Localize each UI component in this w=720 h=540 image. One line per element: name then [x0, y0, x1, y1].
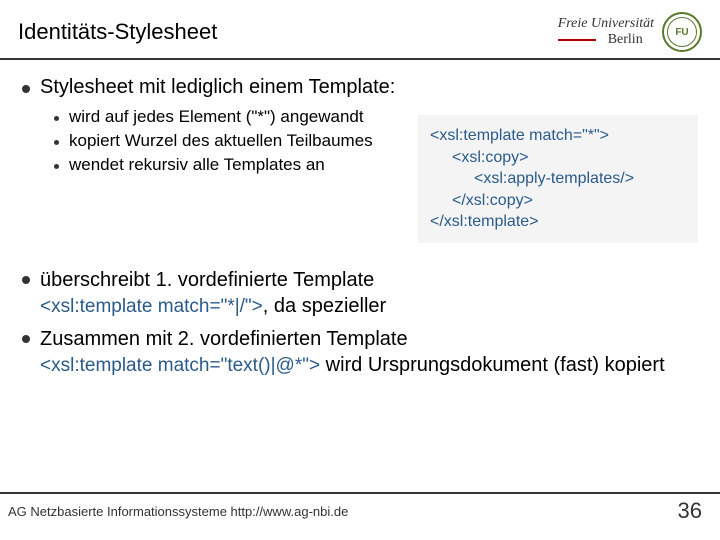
lower-tail: , da spezieller	[263, 295, 386, 317]
bullet-dot-icon	[54, 164, 59, 169]
footer-text: AG Netzbasierte Informationssysteme http…	[8, 504, 348, 519]
xsl-tag: <xsl:template match="text()|@*">	[40, 355, 320, 376]
code-line: </xsl:copy>	[430, 190, 686, 212]
code-snippet: <xsl:template match="*"> <xsl:copy> <xsl…	[418, 115, 698, 243]
bullet-combined: Zusammen mit 2. vordefinierten Template …	[22, 326, 698, 379]
list-item: kopiert Wurzel des aktuellen Teilbaumes	[54, 131, 404, 151]
lower-bullets: überschreibt 1. vordefinierte Template <…	[22, 267, 698, 378]
slide-body: Stylesheet mit lediglich einem Template:…	[0, 60, 720, 392]
slide-title: Identitäts-Stylesheet	[18, 19, 217, 45]
university-logo: Freie Universität Berlin FU	[558, 12, 702, 52]
bullet-dot-icon	[22, 276, 30, 284]
code-line: <xsl:apply-templates/>	[430, 168, 686, 190]
slide-header: Identitäts-Stylesheet Freie Universität …	[0, 0, 720, 60]
code-line: <xsl:template match="*">	[430, 127, 609, 144]
slide-footer: AG Netzbasierte Informationssysteme http…	[0, 492, 720, 524]
bullet-dot-icon	[22, 85, 30, 93]
code-line: <xsl:copy>	[430, 147, 686, 169]
bullet-intro: Stylesheet mit lediglich einem Template:	[22, 76, 698, 99]
university-name: Freie Universität Berlin	[558, 16, 654, 48]
xsl-tag: <xsl:template match="*|/">	[40, 296, 263, 317]
lower-tail: wird Ursprungsdokument (fast) kopiert	[320, 354, 665, 376]
university-seal-icon: FU	[662, 12, 702, 52]
code-line: </xsl:template>	[430, 213, 539, 230]
sub-bullet-list: wird auf jedes Element ("*") angewandt k…	[54, 107, 404, 243]
bullet-override: überschreibt 1. vordefinierte Template <…	[22, 267, 698, 320]
page-number: 36	[678, 498, 702, 524]
lower-line: Zusammen mit 2. vordefinierten Template	[40, 328, 408, 350]
list-item: wendet rekursiv alle Templates an	[54, 155, 404, 175]
bullet-dot-icon	[22, 335, 30, 343]
intro-text: Stylesheet mit lediglich einem Template:	[40, 76, 395, 99]
two-column-row: wird auf jedes Element ("*") angewandt k…	[54, 107, 698, 243]
list-item: wird auf jedes Element ("*") angewandt	[54, 107, 404, 127]
bullet-dot-icon	[54, 116, 59, 121]
university-city: Berlin	[558, 32, 643, 47]
bullet-dot-icon	[54, 140, 59, 145]
lower-line: überschreibt 1. vordefinierte Template	[40, 269, 374, 291]
